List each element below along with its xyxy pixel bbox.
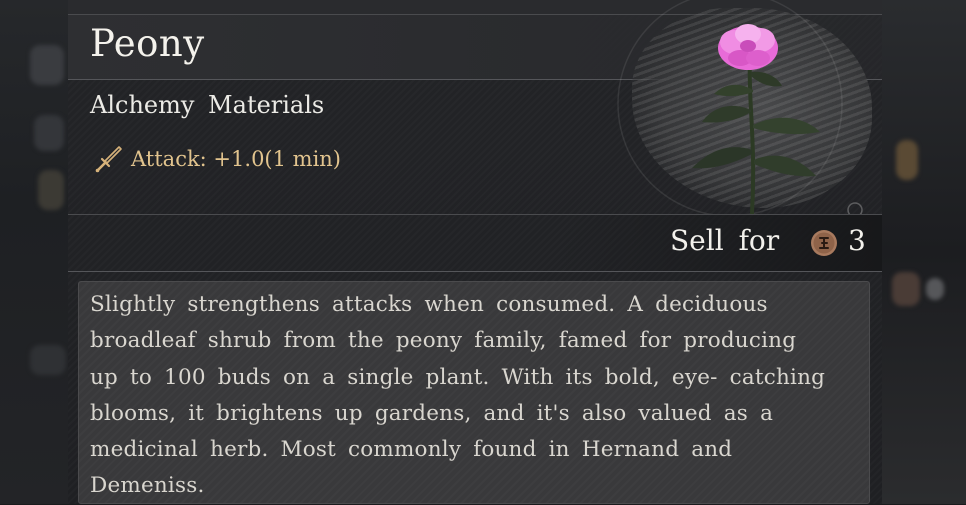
effect-text: Attack: +1.0(1 min) bbox=[131, 147, 341, 171]
coin-icon bbox=[811, 230, 837, 256]
item-description: Slightly strengthens attacks when consum… bbox=[90, 292, 826, 499]
background-blur-shape bbox=[38, 170, 64, 210]
background-left bbox=[0, 0, 70, 504]
background-blur-shape bbox=[30, 345, 66, 375]
background-blur-shape bbox=[34, 115, 64, 151]
item-category: Alchemy Materials bbox=[90, 91, 325, 119]
background-blur-shape bbox=[896, 140, 918, 180]
sell-value: 3 bbox=[848, 224, 866, 257]
item-image bbox=[610, 0, 882, 214]
background-blur-shape bbox=[892, 272, 920, 306]
item-name: Peony bbox=[90, 22, 205, 65]
peony-flower-icon bbox=[617, 0, 863, 214]
background-right bbox=[882, 0, 966, 504]
background-blur-shape bbox=[30, 45, 64, 85]
effect-row: Attack: +1.0(1 min) bbox=[93, 143, 341, 175]
sell-label: Sell for bbox=[670, 224, 780, 257]
background-blur-shape bbox=[926, 278, 944, 300]
dagger-icon bbox=[95, 146, 122, 173]
peony-bloom bbox=[718, 24, 778, 70]
